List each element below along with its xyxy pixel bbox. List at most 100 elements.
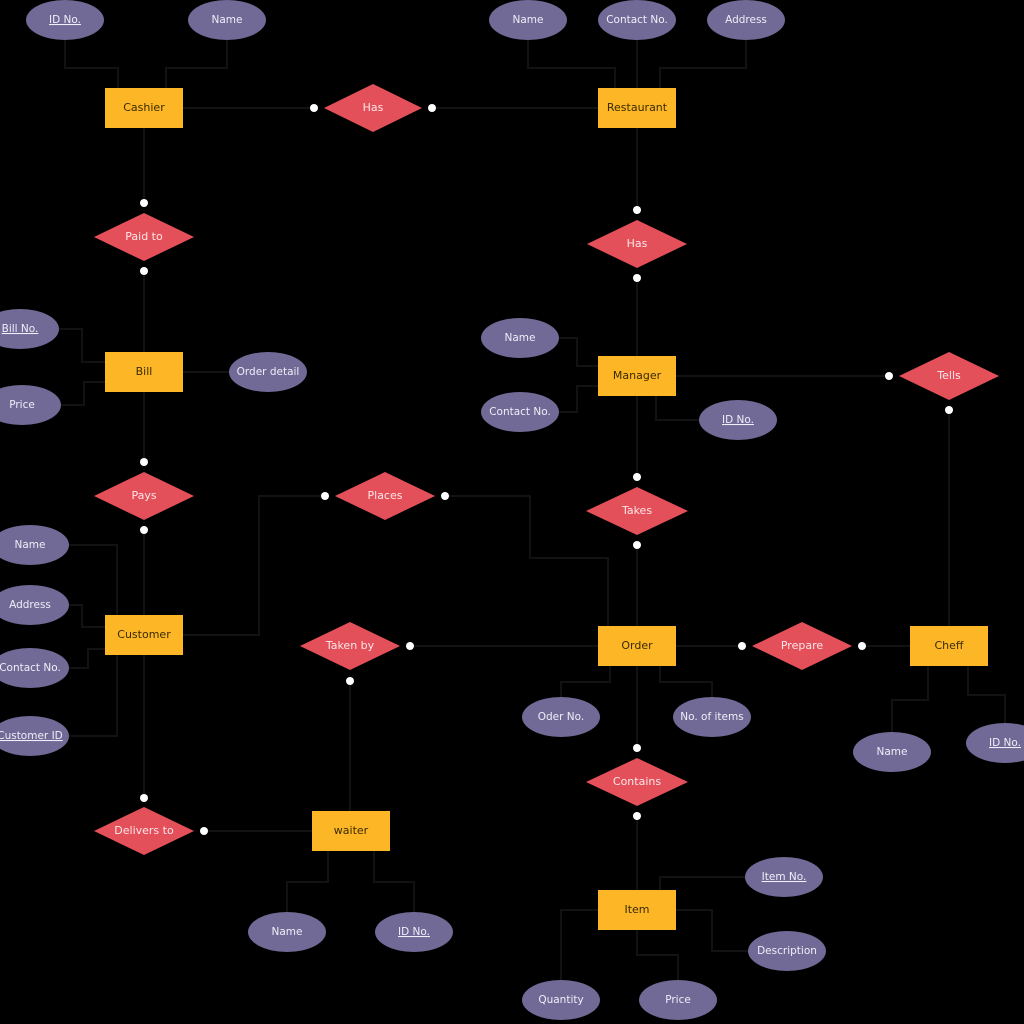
connector-line [891, 666, 929, 732]
attribute-item-quantity[interactable]: Quantity [522, 980, 600, 1020]
connector-dot [633, 206, 641, 214]
attribute-customer-customer-id[interactable]: Customer ID [0, 716, 69, 756]
attribute-cheff-id[interactable]: ID No. [966, 723, 1024, 763]
entity-manager[interactable]: Manager [598, 356, 676, 396]
entity-waiter[interactable]: waiter [312, 811, 390, 851]
entity-bill[interactable]: Bill [105, 352, 183, 392]
connector-line [373, 851, 415, 912]
attribute-item-item-no[interactable]: Item No. [745, 857, 823, 897]
connector-line [967, 666, 1006, 723]
connector-line [61, 381, 105, 406]
relationship-prepare[interactable]: Prepare [738, 622, 866, 670]
attribute-label: No. of items [680, 711, 743, 723]
attribute-label: Description [757, 945, 817, 957]
entity-cashier[interactable]: Cashier [105, 88, 183, 128]
connector-line [69, 604, 105, 628]
relationship-label: Contains [613, 775, 661, 788]
relationship-label: Taken by [325, 639, 375, 652]
entity-customer[interactable]: Customer [105, 615, 183, 655]
attribute-order-num-items[interactable]: No. of items [673, 697, 751, 737]
connector-dot [633, 473, 641, 481]
attribute-cheff-name[interactable]: Name [853, 732, 931, 772]
er-diagram: Cashier Restaurant Bill Manager Customer Orde… [0, 0, 1024, 1020]
connector-line [560, 909, 598, 980]
entity-label: Cashier [123, 101, 165, 114]
relationship-pays[interactable]: Pays [94, 458, 194, 534]
attribute-restaurant-name[interactable]: Name [489, 0, 567, 40]
relationship-paid-to[interactable]: Paid to [94, 199, 194, 275]
attribute-bill-price[interactable]: Price [0, 385, 61, 425]
entity-restaurant[interactable]: Restaurant [598, 88, 676, 128]
entity-cheff[interactable]: Cheff [910, 626, 988, 666]
attribute-bill-bill-no[interactable]: Bill No. [0, 309, 59, 349]
attribute-label: Name [505, 332, 536, 344]
attribute-label: Contact No. [606, 14, 668, 26]
attribute-bill-order-detail[interactable]: Order detail [229, 352, 307, 392]
connector-line [659, 876, 745, 890]
attribute-label: Address [9, 599, 51, 611]
primary-key-label: ID No. [49, 14, 81, 26]
attribute-customer-name[interactable]: Name [0, 525, 69, 565]
relationship-label: Places [368, 489, 403, 502]
attribute-order-order-no[interactable]: Oder No. [522, 697, 600, 737]
connector-dot [441, 492, 449, 500]
relationship-delivers-to[interactable]: Delivers to [94, 794, 208, 855]
attribute-restaurant-contact[interactable]: Contact No. [598, 0, 676, 40]
attribute-label: Name [513, 14, 544, 26]
connector-dot [140, 794, 148, 802]
relationship-takes[interactable]: Takes [586, 473, 688, 549]
relationship-tells[interactable]: Tells [885, 352, 999, 414]
attribute-customer-address[interactable]: Address [0, 585, 69, 625]
attribute-label: Order detail [237, 366, 300, 378]
connector-dot [738, 642, 746, 650]
connector-dot [633, 541, 641, 549]
entity-label: Customer [117, 628, 171, 641]
primary-key-label: Item No. [762, 871, 807, 883]
attribute-customer-contact[interactable]: Contact No. [0, 648, 69, 688]
connector-line [64, 40, 119, 88]
attribute-cashier-name[interactable]: Name [188, 0, 266, 40]
attribute-waiter-id[interactable]: ID No. [375, 912, 453, 952]
connector-dot [945, 406, 953, 414]
attribute-item-description[interactable]: Description [748, 931, 826, 971]
entity-label: Restaurant [607, 101, 668, 114]
attribute-label: Price [665, 994, 691, 1006]
relationship-has-cashier-restaurant[interactable]: Has [310, 84, 436, 132]
connector-line [636, 930, 679, 980]
attribute-label: Name [877, 746, 908, 758]
primary-key-label: Customer ID [0, 730, 63, 742]
relationship-label: Takes [621, 504, 652, 517]
connector-dot [346, 677, 354, 685]
connector-dot [140, 458, 148, 466]
relationship-label: Delivers to [114, 824, 174, 837]
relationship-places[interactable]: Places [321, 472, 449, 520]
relationship-label: Has [627, 237, 648, 250]
relationship-contains[interactable]: Contains [586, 744, 688, 820]
attribute-cashier-id[interactable]: ID No. [26, 0, 104, 40]
connector-dot [140, 526, 148, 534]
entity-order[interactable]: Order [598, 626, 676, 666]
relationship-label: Prepare [781, 639, 823, 652]
attribute-item-price[interactable]: Price [639, 980, 717, 1020]
entity-label: Bill [136, 365, 153, 378]
attribute-label: Contact No. [0, 662, 61, 674]
attribute-restaurant-address[interactable]: Address [707, 0, 785, 40]
connector-dot [140, 199, 148, 207]
attribute-label: Oder No. [538, 711, 584, 723]
connector-line [183, 495, 324, 636]
entity-label: Cheff [935, 639, 964, 652]
entity-label: waiter [334, 824, 369, 837]
relationship-taken-by[interactable]: Taken by [300, 622, 414, 685]
attribute-label: Name [212, 14, 243, 26]
connector-dot [885, 372, 893, 380]
attribute-manager-contact[interactable]: Contact No. [481, 392, 559, 432]
entity-item[interactable]: Item [598, 890, 676, 930]
attribute-manager-id[interactable]: ID No. [699, 400, 777, 440]
connector-line [286, 851, 329, 912]
entity-label: Manager [613, 369, 662, 382]
relationship-label: Pays [131, 489, 156, 502]
attribute-waiter-name[interactable]: Name [248, 912, 326, 952]
attribute-manager-name[interactable]: Name [481, 318, 559, 358]
relationship-has-restaurant-manager[interactable]: Has [587, 206, 687, 282]
connector-line [165, 40, 228, 88]
